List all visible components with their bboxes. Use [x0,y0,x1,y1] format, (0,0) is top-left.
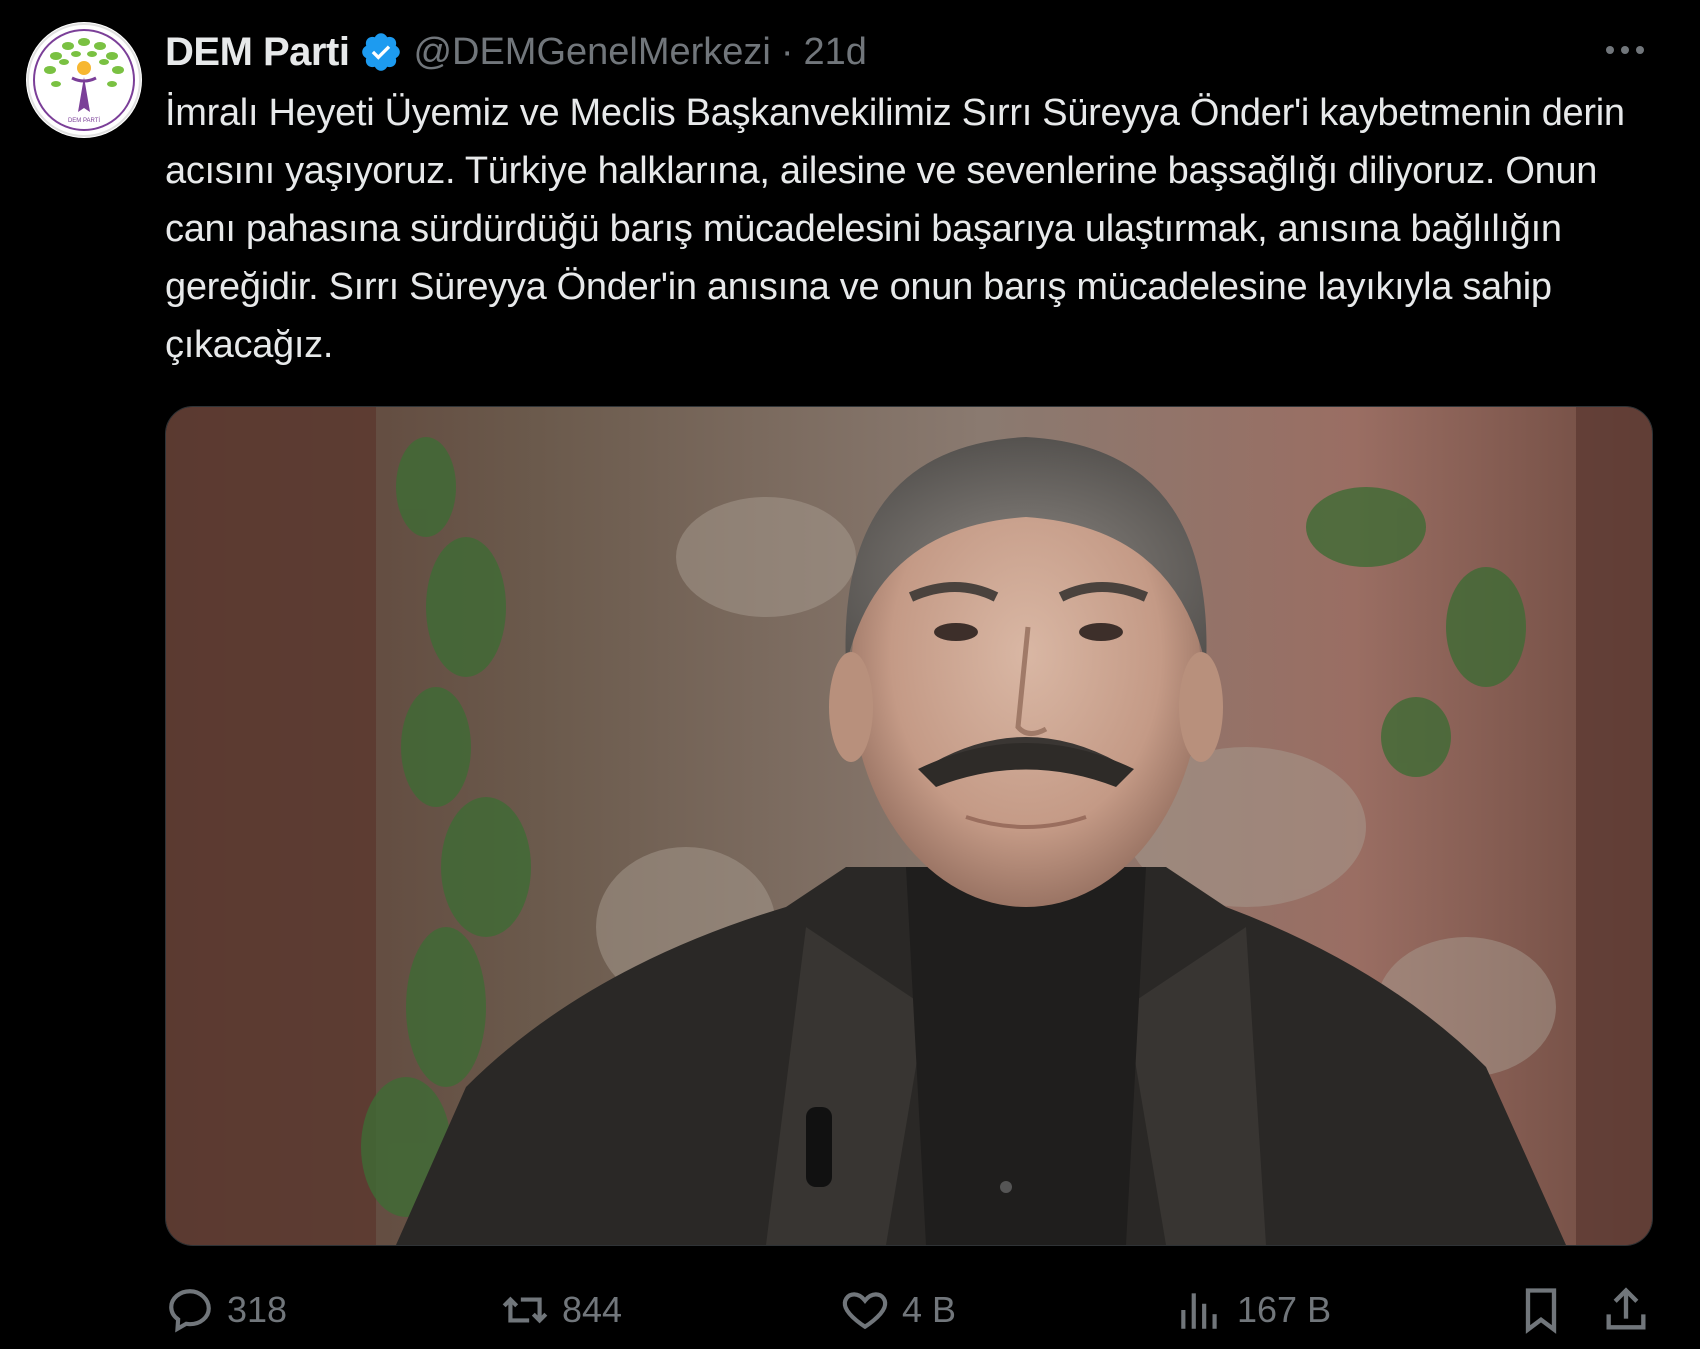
like-button[interactable]: 4 B [840,1280,956,1340]
svg-text:DEM PARTİ: DEM PARTİ [68,117,100,124]
portrait-photo [166,407,1652,1245]
like-count: 4 B [902,1289,957,1330]
repost-button[interactable]: 844 [500,1280,622,1340]
tweet-text: İmralı Heyeti Üyemiz ve Meclis Başkanvek… [165,92,1625,366]
avatar[interactable]: DEM PARTİ [26,22,142,138]
tweet-header: DEM Parti @DEMGenelMerkezi · 21d [165,22,867,82]
display-name[interactable]: DEM Parti [165,30,350,75]
more-options-icon[interactable] [1600,30,1650,70]
heart-icon [842,1292,888,1330]
views-chart-icon [1181,1293,1217,1329]
views-button[interactable]: 167 B [1175,1280,1331,1340]
author-handle[interactable]: @DEMGenelMerkezi [413,31,770,74]
action-bar: 318 844 4 B 167 B [165,1280,1655,1340]
reply-icon [169,1289,211,1333]
timestamp[interactable]: 21d [804,31,867,74]
verified-badge-icon[interactable] [359,30,403,74]
repost-count: 844 [562,1289,623,1330]
separator-dot: · [780,30,794,73]
reply-button[interactable]: 318 [165,1280,287,1340]
dem-parti-logo: DEM PARTİ [27,23,141,137]
reply-count: 318 [227,1289,288,1330]
view-count: 167 B [1237,1289,1332,1330]
share-icon[interactable] [1600,1284,1652,1336]
bookmark-icon[interactable] [1515,1284,1567,1336]
repost-icon [502,1296,548,1324]
tweet-photo[interactable] [165,406,1653,1246]
